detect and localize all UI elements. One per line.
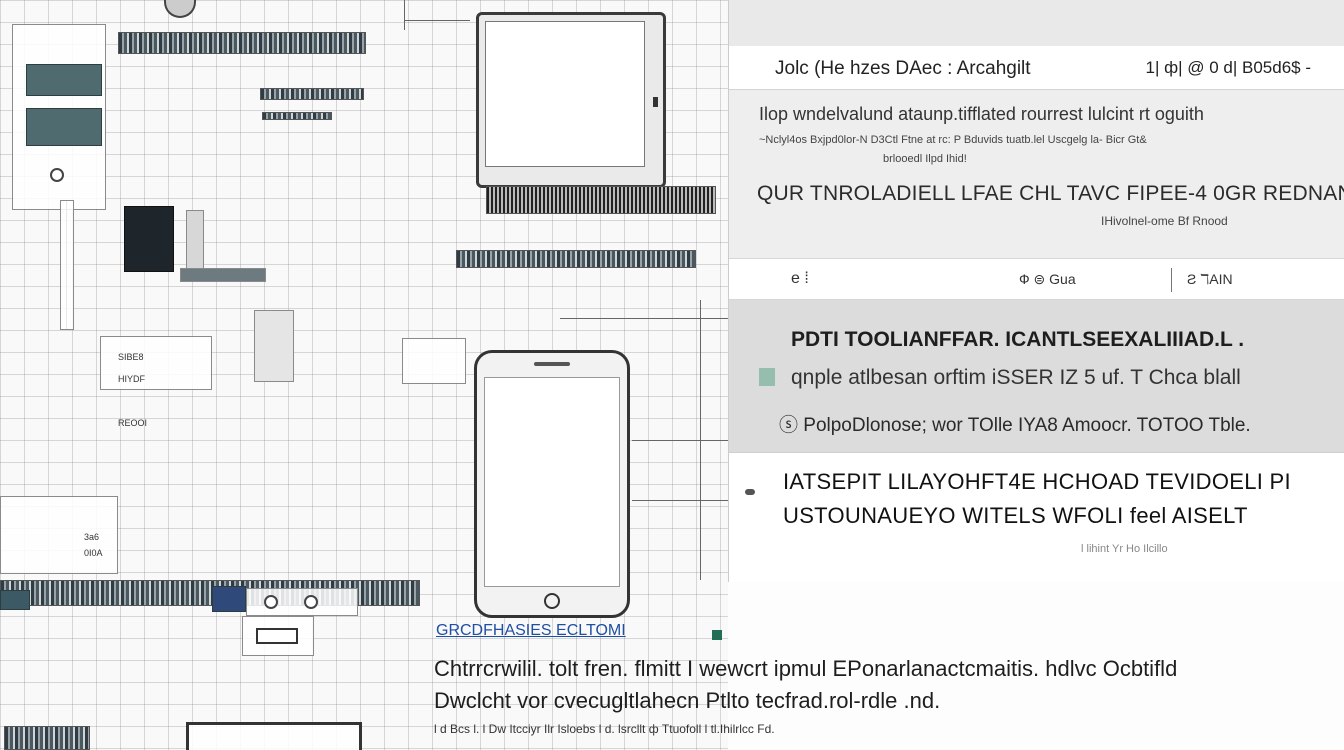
intro-line: Ilop wndelvalund ataunp.tifflated rourre… (759, 104, 1204, 124)
schematic-wire (632, 500, 728, 501)
tab-divider (1171, 268, 1172, 292)
schematic-block (256, 628, 298, 644)
intro-line: ~Nclyl4os Bxjpd0lor-N D3Ctl Ftne at rc: … (759, 134, 1147, 146)
promo-card[interactable]: IATSEPIT LILAYOHFT4E HCHOAD TEVIDOELI PI… (729, 452, 1344, 582)
promo-headline: USTOUNAUEYO WITELS WFOLI feel AISELT (783, 503, 1248, 528)
bullet-icon (745, 489, 755, 495)
schematic-label: SIBE8 (118, 352, 144, 362)
feature-note: ⓢ PolpoDlonose; wor TOlle IYA8 Amoocr. T… (779, 415, 1251, 436)
tablet-device (476, 12, 666, 188)
caption-block: GRCDFHASIES ECLTOMI Chtrrcrwilil. tolt f… (414, 598, 1344, 750)
intro-section: Ilop wndelvalund ataunp.tifflated rourre… (729, 90, 1344, 258)
caption-paragraph: Chtrrcrwilil. tolt fren. flmitt I wewcrt… (434, 656, 1178, 681)
tab-bar: e ⁞ Ф ⊜ Gua Ƨ ℸAIN (729, 258, 1344, 300)
schematic-chip (124, 206, 174, 272)
caption-link[interactable]: GRCDFHASIES ECLTOMI (436, 622, 626, 640)
schematic-block (180, 268, 266, 282)
intro-line: brlooedl Ilpd Ihid! (883, 153, 967, 165)
feature-card: PDTI TOOLIANFFAR. ICANTLSEEXALIIIAD.L . … (729, 300, 1344, 452)
promo-caption: l lihint Yr Ho Ilcillo (1081, 543, 1168, 555)
schematic-block (186, 722, 362, 750)
tablet-screen (485, 21, 645, 167)
schematic-wire (404, 20, 470, 21)
schematic-connector-strip (262, 112, 332, 120)
schematic-connector-box (246, 588, 358, 616)
schematic-block (186, 210, 204, 270)
promo-headline: IATSEPIT LILAYOHFT4E HCHOAD TEVIDOELI PI (783, 469, 1291, 494)
feature-description: qnple atlbesan orftim iSSER IZ 5 uf. T C… (791, 366, 1241, 389)
schematic-connector-strip (4, 726, 90, 750)
info-panel: Jolc (He hzes DAec : Arcahgilt 1| ф| @ 0… (728, 0, 1344, 582)
intro-heading: QUR TNROLADIELL LFAE CHL TAVC FIPEE-4 0G… (757, 182, 1344, 205)
tablet-button (653, 96, 658, 107)
schematic-wire (404, 0, 405, 30)
schematic-knob (50, 168, 64, 182)
schematic-label: REOOI (118, 418, 148, 428)
feature-marker-icon (759, 368, 775, 386)
schematic-connector-strip (456, 250, 696, 268)
schematic-wire (632, 440, 728, 441)
schematic-module (0, 590, 30, 610)
schematic-label: 0I0A (84, 548, 103, 558)
phone-speaker (534, 362, 570, 366)
schematic-block (402, 338, 466, 384)
tab-second[interactable]: Ƨ ℸAIN (1187, 271, 1233, 288)
schematic-connector-strip (486, 186, 716, 214)
phone-device (474, 350, 630, 618)
menu-icon[interactable]: e ⁞ (791, 270, 809, 288)
phone-screen (484, 377, 620, 587)
schematic-module (26, 64, 102, 96)
schematic-knob (164, 0, 196, 18)
panel-title: Jolc (He hzes DAec : Arcahgilt (775, 58, 1031, 79)
schematic-label: 3a6 (84, 532, 100, 542)
link-square-icon (712, 630, 722, 640)
panel-header: Jolc (He hzes DAec : Arcahgilt 1| ф| @ 0… (729, 46, 1344, 90)
schematic-module (26, 108, 102, 146)
schematic-connector-strip (260, 88, 364, 100)
schematic-knob (304, 595, 318, 609)
schematic-module (212, 586, 246, 612)
panel-top-bar (729, 0, 1344, 46)
panel-meta: 1| ф| @ 0 d| B05d6$ - (1145, 58, 1311, 77)
schematic-block (0, 496, 118, 574)
caption-paragraph: Dwclcht vor cvecugltlahecn Ptlto tecfrad… (434, 688, 941, 713)
schematic-block (60, 200, 74, 330)
schematic-block (100, 336, 212, 390)
schematic-label: HIYDF (118, 374, 145, 384)
caption-footnote: l d Bcs l. l Dw Itcciyr Ilr Isloebs l d.… (434, 722, 775, 736)
feature-heading: PDTI TOOLIANFFAR. ICANTLSEEXALIIIAD.L . (791, 328, 1245, 351)
schematic-block (254, 310, 294, 382)
tab-first[interactable]: Ф ⊜ Gua (1019, 271, 1076, 288)
schematic-connector-strip (118, 32, 366, 54)
intro-subtext: IHivolnel-ome Bf Rnood (1101, 214, 1228, 228)
schematic-wire (560, 318, 728, 319)
schematic-knob (264, 595, 278, 609)
